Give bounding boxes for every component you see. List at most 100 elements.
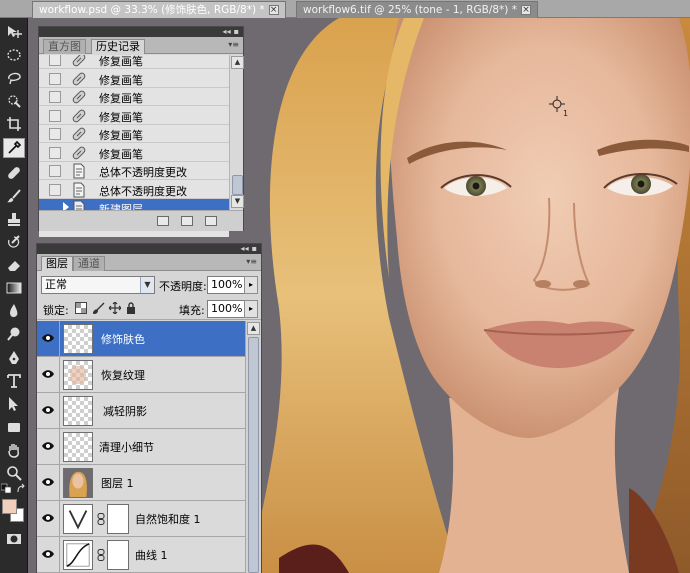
layer-row[interactable]: 恢复纹理 bbox=[37, 357, 245, 393]
mask-link-icon[interactable] bbox=[97, 513, 105, 525]
move-tool-icon[interactable] bbox=[3, 22, 25, 42]
visibility-eye-icon[interactable] bbox=[41, 548, 55, 560]
lock-position-icon[interactable] bbox=[109, 302, 121, 314]
collapse-icon[interactable]: ◂◂ bbox=[241, 245, 249, 253]
swap-colors-icon[interactable] bbox=[16, 483, 26, 494]
scroll-down-icon[interactable]: ▼ bbox=[231, 195, 244, 208]
layer-name[interactable]: 修饰肤色 bbox=[101, 331, 145, 347]
history-source-checkbox[interactable] bbox=[49, 109, 61, 122]
visibility-eye-icon[interactable] bbox=[41, 476, 55, 488]
opacity-input[interactable]: 100% bbox=[207, 276, 245, 294]
blend-mode-select[interactable]: 正常 ▼ bbox=[41, 276, 155, 294]
scroll-up-icon[interactable]: ▲ bbox=[247, 322, 260, 335]
history-item[interactable]: 修复画笔 bbox=[39, 144, 229, 162]
tab-history[interactable]: 历史记录 bbox=[91, 39, 145, 54]
history-item[interactable]: 总体不透明度更改 bbox=[39, 181, 229, 199]
layer-row[interactable]: 自然饱和度 1 bbox=[37, 501, 245, 537]
opacity-slider-button[interactable]: ▸ bbox=[244, 276, 258, 294]
clone-stamp-tool-icon[interactable] bbox=[3, 209, 25, 229]
zoom-tool-icon[interactable] bbox=[3, 463, 25, 483]
pen-tool-icon[interactable] bbox=[3, 348, 25, 368]
healing-brush-tool-icon[interactable] bbox=[3, 163, 25, 183]
layer-row[interactable]: 减轻阴影 bbox=[37, 393, 245, 429]
layer-name[interactable]: 清理小细节 bbox=[99, 439, 154, 455]
history-item[interactable]: 修复画笔 bbox=[39, 107, 229, 125]
panel-title-bar[interactable]: ◂◂ ▪ bbox=[37, 244, 261, 254]
document-tab-workflow-psd[interactable]: workflow.psd @ 33.3% (修饰肤色, RGB/8*) * × bbox=[32, 1, 286, 18]
history-source-checkbox[interactable] bbox=[49, 183, 61, 196]
document-tab-workflow6-tif[interactable]: workflow6.tif @ 25% (tone - 1, RGB/8*) *… bbox=[296, 1, 538, 18]
layer-name[interactable]: 图层 1 bbox=[101, 475, 134, 491]
history-item[interactable]: 修复画笔 bbox=[39, 70, 229, 88]
layer-row[interactable]: 清理小细节 bbox=[37, 429, 245, 465]
visibility-eye-icon[interactable] bbox=[41, 368, 55, 380]
history-source-checkbox[interactable] bbox=[49, 91, 61, 103]
history-source-checkbox[interactable] bbox=[49, 128, 61, 140]
lock-transparent-pixels-icon[interactable] bbox=[75, 302, 87, 314]
quick-mask-icon[interactable] bbox=[3, 529, 25, 549]
new-document-from-state-icon[interactable] bbox=[157, 216, 169, 226]
marquee-tool-icon[interactable] bbox=[3, 45, 25, 65]
close-icon[interactable]: × bbox=[521, 5, 531, 15]
layer-name[interactable]: 自然饱和度 1 bbox=[135, 511, 201, 527]
history-item[interactable]: 总体不透明度更改 bbox=[39, 162, 229, 180]
scroll-thumb[interactable] bbox=[232, 175, 243, 195]
eraser-tool-icon[interactable] bbox=[3, 255, 25, 275]
history-source-checkbox[interactable] bbox=[49, 165, 61, 177]
dodge-tool-icon[interactable] bbox=[3, 324, 25, 344]
rectangle-tool-icon[interactable] bbox=[3, 417, 25, 437]
history-brush-tool-icon[interactable] bbox=[3, 232, 25, 252]
panel-menu-icon[interactable]: ▾≡ bbox=[228, 40, 239, 49]
delete-icon[interactable] bbox=[205, 216, 217, 226]
create-snapshot-icon[interactable] bbox=[181, 216, 193, 226]
scroll-thumb[interactable] bbox=[248, 337, 259, 573]
panel-title-bar[interactable]: ◂◂ ▪ bbox=[39, 27, 243, 37]
layer-name[interactable]: 减轻阴影 bbox=[103, 403, 147, 419]
visibility-eye-icon[interactable] bbox=[41, 404, 55, 416]
close-icon[interactable]: × bbox=[268, 5, 279, 15]
history-item[interactable]: 修复画笔 bbox=[39, 88, 229, 106]
visibility-eye-icon[interactable] bbox=[41, 440, 55, 452]
brush-tool-icon[interactable] bbox=[3, 186, 25, 206]
hand-tool-icon[interactable] bbox=[3, 440, 25, 460]
layer-mask-thumbnail[interactable] bbox=[107, 540, 129, 570]
history-item[interactable]: 修复画笔 bbox=[39, 55, 229, 69]
scroll-up-icon[interactable]: ▲ bbox=[231, 56, 244, 69]
tab-layers[interactable]: 图层 bbox=[41, 256, 73, 271]
tab-histogram[interactable]: 直方图 bbox=[43, 39, 86, 54]
blur-tool-icon[interactable] bbox=[3, 301, 25, 321]
history-scrollbar[interactable]: ▲ ▼ bbox=[229, 55, 244, 210]
fill-input[interactable]: 100% bbox=[207, 300, 245, 318]
layer-name[interactable]: 曲线 1 bbox=[135, 547, 168, 563]
quick-selection-tool-icon[interactable] bbox=[3, 91, 25, 111]
foreground-color-swatch[interactable] bbox=[2, 499, 17, 514]
type-tool-icon[interactable] bbox=[3, 371, 25, 391]
layer-mask-thumbnail[interactable] bbox=[107, 504, 129, 534]
mask-link-icon[interactable] bbox=[97, 549, 105, 561]
close-icon[interactable]: ▪ bbox=[234, 28, 239, 36]
layers-scrollbar[interactable]: ▲ bbox=[245, 321, 261, 573]
layer-row[interactable]: 曲线 1 bbox=[37, 537, 245, 573]
lasso-tool-icon[interactable] bbox=[3, 68, 25, 88]
layer-row[interactable]: 修饰肤色 bbox=[37, 321, 245, 357]
gradient-tool-icon[interactable] bbox=[3, 278, 25, 298]
close-icon[interactable]: ▪ bbox=[252, 245, 257, 253]
crop-tool-icon[interactable] bbox=[3, 114, 25, 134]
layer-name[interactable]: 恢复纹理 bbox=[101, 367, 145, 383]
panel-menu-icon[interactable]: ▾≡ bbox=[246, 257, 257, 266]
history-source-checkbox[interactable] bbox=[49, 55, 61, 66]
visibility-eye-icon[interactable] bbox=[41, 512, 55, 524]
lock-all-icon[interactable] bbox=[125, 302, 137, 314]
history-source-checkbox[interactable] bbox=[49, 146, 61, 159]
collapse-icon[interactable]: ◂◂ bbox=[223, 28, 231, 36]
fill-slider-button[interactable]: ▸ bbox=[244, 300, 258, 318]
default-colors-icon[interactable] bbox=[1, 483, 13, 494]
history-source-checkbox[interactable] bbox=[49, 72, 61, 85]
lock-image-pixels-icon[interactable] bbox=[93, 302, 105, 314]
layer-row[interactable]: 图层 1 bbox=[37, 465, 245, 501]
eyedropper-tool-icon[interactable] bbox=[3, 138, 25, 158]
visibility-eye-icon[interactable] bbox=[41, 332, 55, 344]
tab-channels[interactable]: 通道 bbox=[73, 256, 105, 271]
history-item[interactable]: 修复画笔 bbox=[39, 125, 229, 143]
path-selection-tool-icon[interactable] bbox=[3, 394, 25, 414]
